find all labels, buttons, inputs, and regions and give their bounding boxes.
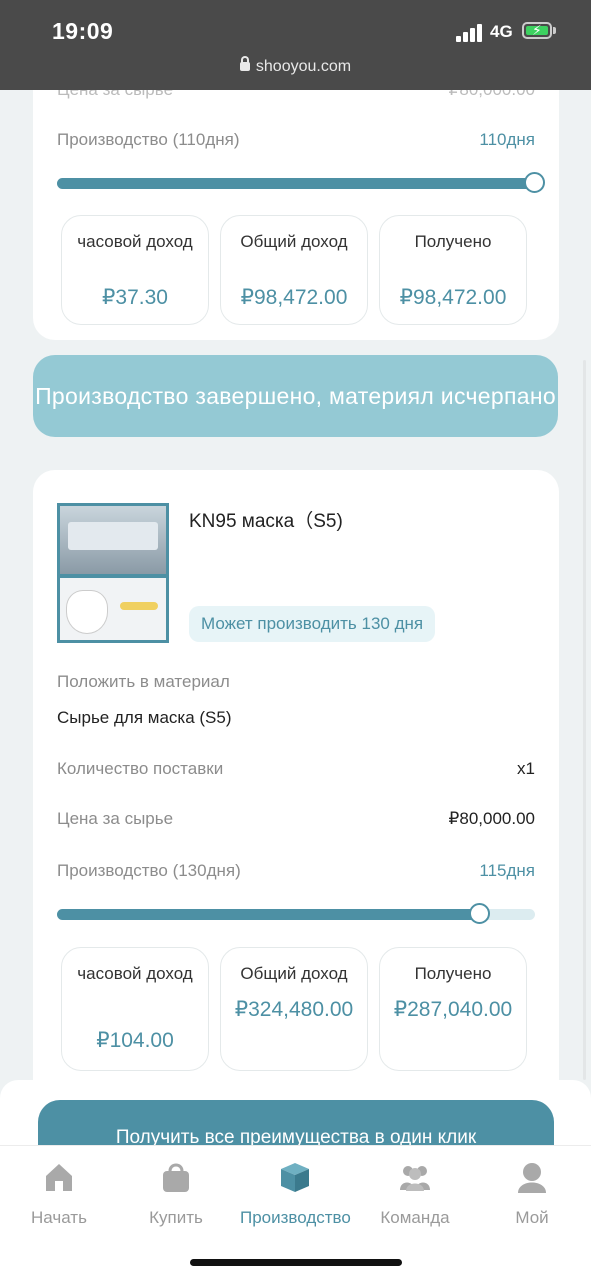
tab-label: Производство bbox=[240, 1208, 351, 1227]
network-type: 4G bbox=[490, 22, 513, 41]
production-days-badge: Может производить 130 дня bbox=[189, 606, 436, 642]
material-label: Положить в материал bbox=[57, 672, 230, 691]
production-completed-button[interactable]: Производство завершено, материял исчерпа… bbox=[33, 355, 558, 437]
stat-value: ₽37.30 bbox=[102, 286, 168, 309]
stat-hourly-income: часовой доход ₽37.30 bbox=[61, 215, 209, 325]
material-value: Сырье для маска (S5) bbox=[57, 708, 232, 727]
stat-received: Получено ₽287,040.00 bbox=[379, 947, 527, 1071]
progress-fill bbox=[57, 178, 535, 189]
home-icon bbox=[42, 1160, 76, 1194]
stat-label: часовой доход bbox=[77, 964, 193, 983]
tab-label: Мой bbox=[515, 1208, 549, 1227]
stat-total-income: Общий доход ₽98,472.00 bbox=[220, 215, 368, 325]
stat-label: Общий доход bbox=[240, 232, 348, 251]
stat-label: часовой доход bbox=[77, 232, 193, 251]
price-value: ₽80,000.00 bbox=[448, 809, 535, 828]
url-text: shooyou.com bbox=[255, 58, 352, 75]
mask-photo bbox=[60, 578, 166, 640]
user-icon bbox=[515, 1160, 549, 1194]
stat-value: ₽98,472.00 bbox=[399, 286, 507, 309]
shopping-bag-icon bbox=[159, 1160, 193, 1194]
address-bar[interactable]: shooyou.com bbox=[0, 56, 591, 76]
tab-profile[interactable]: Мой bbox=[477, 1160, 587, 1228]
stat-value: ₽324,480.00 bbox=[234, 998, 354, 1021]
production-progress bbox=[57, 903, 535, 924]
tab-home[interactable]: Начать bbox=[4, 1160, 114, 1228]
stat-received: Получено ₽98,472.00 bbox=[379, 215, 527, 325]
tab-label: Купить bbox=[149, 1208, 203, 1227]
lock-icon bbox=[239, 56, 250, 71]
clock: 19:09 bbox=[52, 18, 114, 44]
product-image bbox=[57, 503, 169, 643]
stat-label: Получено bbox=[414, 232, 492, 251]
tab-production[interactable]: Производство bbox=[240, 1160, 351, 1228]
price-label: Цена за сырье bbox=[57, 809, 174, 828]
tab-label: Команда bbox=[380, 1208, 450, 1227]
stat-total-income: Общий доход ₽324,480.00 bbox=[220, 947, 368, 1071]
stat-value: ₽98,472.00 bbox=[240, 286, 348, 309]
stat-label: Общий доход bbox=[240, 964, 348, 983]
team-icon bbox=[398, 1160, 432, 1194]
home-indicator bbox=[190, 1259, 402, 1266]
progress-knob bbox=[468, 903, 490, 924]
production-days: 115дня bbox=[479, 861, 535, 880]
production-progress bbox=[57, 172, 545, 193]
production-label: Производство (130дня) bbox=[57, 861, 241, 880]
collect-all-button[interactable]: Получить все преимущества в один клик bbox=[38, 1100, 554, 1150]
cta-container: Получить все преимущества в один клик bbox=[0, 1080, 591, 1150]
production-days: 110дня bbox=[479, 130, 535, 149]
tab-buy[interactable]: Купить bbox=[121, 1160, 231, 1228]
box-icon bbox=[278, 1160, 312, 1194]
progress-knob bbox=[524, 172, 545, 193]
signal-icon bbox=[456, 24, 484, 42]
stat-hourly-income: часовой доход ₽104.00 bbox=[61, 947, 209, 1071]
progress-fill bbox=[57, 909, 480, 920]
battery-icon: ⚡ bbox=[522, 22, 552, 39]
stat-value: ₽287,040.00 bbox=[393, 998, 513, 1021]
stat-label: Получено bbox=[414, 964, 492, 983]
quantity-label: Количество поставки bbox=[57, 759, 224, 778]
production-label: Производство (110дня) bbox=[57, 130, 240, 149]
quantity-value: x1 bbox=[517, 759, 535, 778]
scrollbar[interactable] bbox=[583, 360, 586, 1080]
battery-tip bbox=[553, 27, 556, 34]
tab-label: Начать bbox=[31, 1208, 87, 1227]
stat-value: ₽104.00 bbox=[96, 1029, 174, 1052]
product-title: KN95 маска（S5) bbox=[189, 511, 343, 532]
production-card-2: KN95 маска（S5) Может производить 130 дня… bbox=[33, 470, 559, 1110]
machine-photo bbox=[60, 506, 166, 574]
tab-team[interactable]: Команда bbox=[360, 1160, 470, 1228]
browser-status-bar: 19:09 4G ⚡ shooyou.com bbox=[0, 0, 591, 90]
